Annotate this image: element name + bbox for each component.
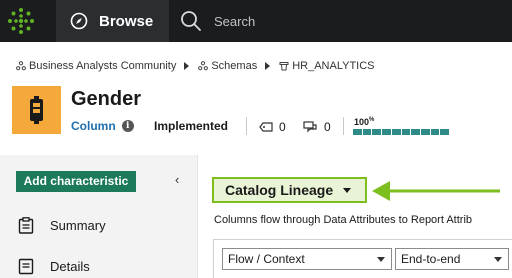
completeness-label: 100% <box>354 117 374 127</box>
catalog-lineage-dropdown[interactable]: Catalog Lineage <box>212 177 367 203</box>
completeness-segment <box>430 129 440 135</box>
browse-tab[interactable]: Browse <box>56 0 169 42</box>
chevron-down-icon <box>494 257 502 262</box>
annotation-arrow-icon <box>372 181 500 201</box>
scope-select[interactable]: End-to-end <box>395 248 509 270</box>
scope-value: End-to-end <box>401 252 461 266</box>
breadcrumb-community-label: Business Analysts Community <box>29 60 177 72</box>
community-icon <box>198 61 209 71</box>
completeness-segment <box>411 129 420 135</box>
comment-count-value: 0 <box>324 120 331 134</box>
header-divider <box>343 117 344 135</box>
tag-count-value: 0 <box>279 120 286 134</box>
asset-type[interactable]: Column i <box>71 119 134 133</box>
completeness-segment <box>372 129 382 135</box>
completeness-segment <box>420 129 430 135</box>
completeness-segment <box>391 129 401 135</box>
logo-icon <box>8 8 34 34</box>
tag-count[interactable]: 0 <box>259 120 286 134</box>
lineage-description: Columns flow through Data Attributes to … <box>214 214 473 226</box>
sidebar-item-summary[interactable]: Summary <box>18 217 106 234</box>
schema-icon <box>279 62 289 71</box>
info-icon[interactable]: i <box>121 120 134 132</box>
compass-icon <box>70 12 88 30</box>
comment-count[interactable]: 0 <box>303 120 331 134</box>
breadcrumb-separator <box>184 62 190 70</box>
chevron-down-icon <box>377 257 385 262</box>
flow-context-select[interactable]: Flow / Context <box>222 248 392 270</box>
search-icon <box>181 11 201 31</box>
search-input[interactable]: Search <box>170 0 512 42</box>
completeness-value: 100 <box>354 117 370 127</box>
completeness-segment <box>362 129 372 135</box>
completeness-segment <box>440 129 450 135</box>
breadcrumb-separator <box>265 62 271 70</box>
breadcrumb: Business Analysts Community Schemas HR_A… <box>16 58 375 74</box>
breadcrumb-community[interactable]: Business Analysts Community <box>16 60 176 72</box>
breadcrumb-schema-label: HR_ANALYTICS <box>292 60 375 72</box>
collapse-sidebar-icon[interactable]: ‹ <box>175 172 179 187</box>
search-placeholder: Search <box>214 13 256 29</box>
flow-context-value: Flow / Context <box>228 252 305 266</box>
header-divider <box>246 117 247 135</box>
document-icon <box>18 258 34 275</box>
breadcrumb-schema[interactable]: HR_ANALYTICS <box>279 60 375 72</box>
chevron-down-icon <box>343 187 352 193</box>
sidebar-item-label: Summary <box>50 218 106 233</box>
breadcrumb-schemas-label: Schemas <box>211 60 258 72</box>
browse-label: Browse <box>99 12 154 30</box>
community-icon <box>16 61 26 71</box>
tag-icon <box>259 122 273 132</box>
top-bar: Browse Search <box>0 0 512 42</box>
sidebar-item-label: Details <box>50 259 90 274</box>
sidebar-item-details[interactable]: Details <box>18 258 90 275</box>
content-divider <box>197 155 198 278</box>
app-logo[interactable] <box>0 0 42 42</box>
completeness-segment <box>382 129 391 135</box>
breadcrumb-schemas[interactable]: Schemas <box>198 60 257 72</box>
completeness-unit: % <box>369 117 375 123</box>
completeness-segment <box>401 129 411 135</box>
column-asset-icon <box>12 86 61 134</box>
catalog-lineage-label: Catalog Lineage <box>225 182 334 198</box>
add-characteristic-button[interactable]: Add characteristic <box>16 171 136 192</box>
completeness-bar <box>353 129 450 135</box>
asset-type-label: Column <box>71 119 116 133</box>
page-title: Gender <box>71 88 142 110</box>
column-icon <box>30 96 43 124</box>
comment-icon <box>303 121 317 133</box>
clipboard-icon <box>18 217 34 234</box>
status-badge: Implemented <box>154 119 229 133</box>
completeness-segment <box>353 129 362 135</box>
